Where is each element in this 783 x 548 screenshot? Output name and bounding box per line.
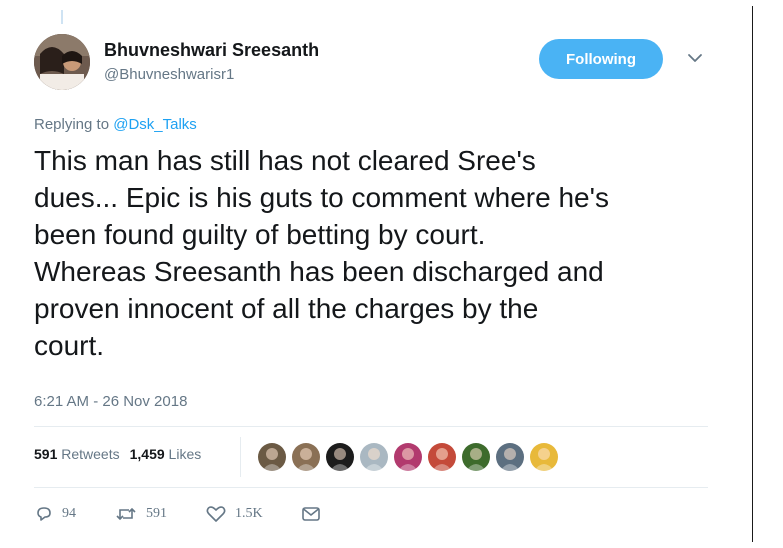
likes-stat[interactable]: 1,459 Likes [130,446,202,462]
tweet-line: court. [34,330,105,361]
retweet-count: 591 [146,506,167,521]
like-action[interactable]: 1.5K [205,504,263,524]
divider [34,487,708,488]
liker-avatar-6[interactable] [428,443,456,471]
liker-avatar-3[interactable] [326,443,354,471]
liker-avatar-5[interactable] [394,443,422,471]
tweet-line: dues... Epic is his guts to comment wher… [34,182,609,213]
author-handle[interactable]: @Bhuvneshwarisr1 [104,66,234,83]
liker-avatar-1[interactable] [258,443,286,471]
tweet-line: been found guilty of betting by court. [34,219,486,250]
author-name[interactable]: Bhuvneshwari Sreesanth [104,40,319,61]
retweet-icon [116,507,136,521]
reply-icon [37,507,51,521]
retweet-action[interactable]: 591 [114,504,167,524]
likes-count: 1,459 [129,446,165,462]
liker-avatar-4[interactable] [360,443,388,471]
right-border [752,6,753,542]
divider [34,426,708,427]
tweet-line: Whereas Sreesanth has been discharged an… [34,256,604,287]
envelope-icon [301,507,320,521]
reply-context: Replying to @Dsk_Talks [34,116,197,133]
reply-count: 94 [62,506,76,521]
reply-target-link[interactable]: @Dsk_Talks [113,116,197,133]
stats-separator [240,437,241,477]
retweets-count: 591 [34,446,58,462]
following-button[interactable]: Following [539,39,663,79]
retweets-stat[interactable]: 591 Retweets [34,446,120,462]
heart-icon [206,506,226,522]
liker-avatar-2[interactable] [292,443,320,471]
liker-avatar-7[interactable] [462,443,490,471]
reply-action[interactable]: 94 [34,504,76,524]
tweet-line: proven innocent of all the charges by th… [34,293,539,324]
liker-avatar-9[interactable] [530,443,558,471]
liker-avatar-8[interactable] [496,443,524,471]
reply-prefix: Replying to [34,116,114,133]
direct-message-action[interactable] [301,505,321,523]
tweet-timestamp[interactable]: 6:21 AM - 26 Nov 2018 [34,393,187,410]
retweets-label: Retweets [61,446,120,462]
thread-line [61,10,63,24]
tweet-stats: 591 Retweets 1,459 Likes [34,446,201,462]
tweet-text: This man has still has not cleared Sree'… [34,142,734,364]
like-count: 1.5K [235,506,263,521]
avatar[interactable] [34,34,90,90]
liker-avatars [258,443,558,471]
tweet-line: This man has still has not cleared Sree'… [34,145,536,176]
chevron-down-icon[interactable] [686,52,704,64]
tweet-actions: 94 591 1.5K [34,504,359,524]
likes-label: Likes [168,446,202,462]
